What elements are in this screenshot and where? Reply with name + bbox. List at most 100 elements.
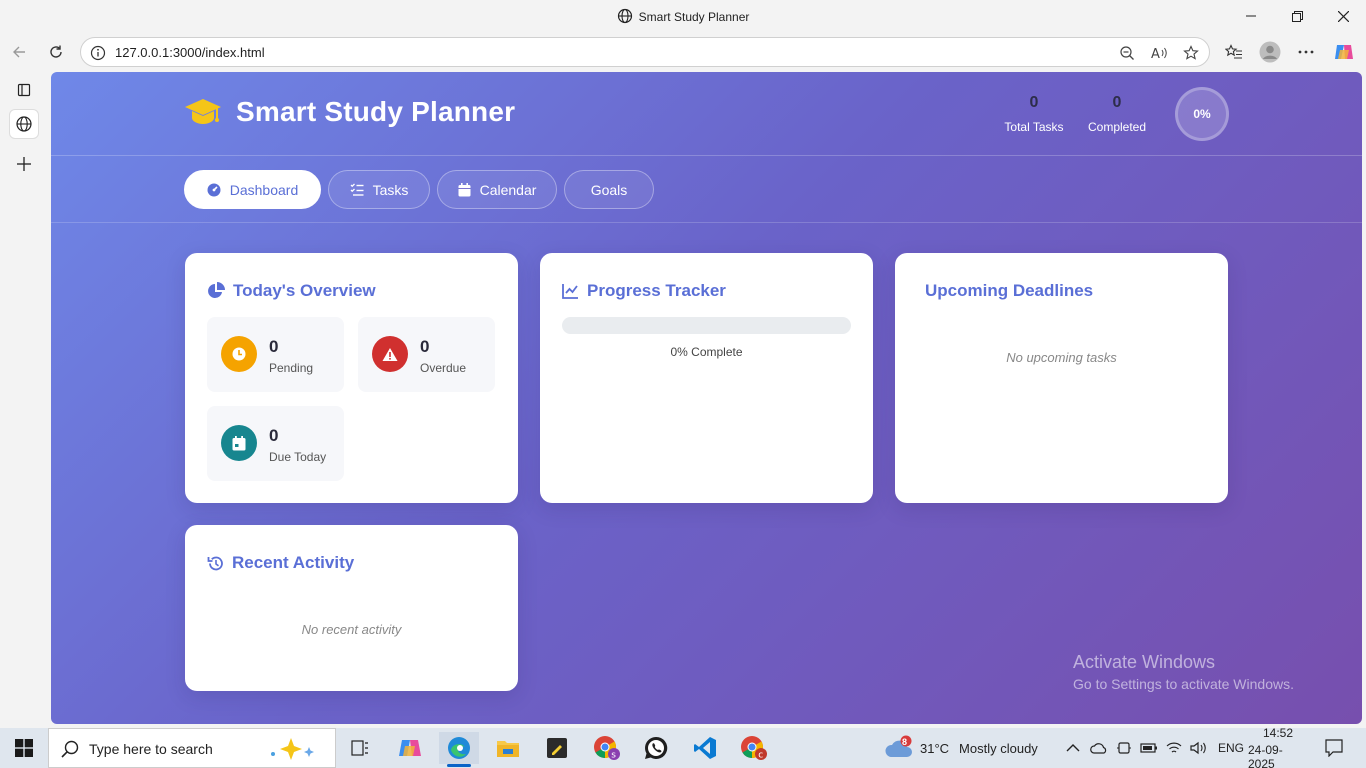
taskbar-search[interactable]: Type here to search (48, 728, 336, 768)
minimize-icon (1246, 15, 1256, 17)
current-tab[interactable] (9, 109, 39, 139)
line-chart-icon (562, 284, 578, 299)
tab-calendar[interactable]: Calendar (437, 170, 557, 209)
info-icon (90, 45, 106, 61)
notifications-button[interactable] (1314, 732, 1354, 764)
tab-goals[interactable]: Goals (564, 170, 654, 209)
progress-title: Progress Tracker (562, 281, 726, 301)
tab-dashboard-label: Dashboard (229, 181, 299, 198)
weather-widget[interactable]: 8 31°C Mostly cloudy (884, 728, 1038, 768)
completed-stat: 0 Completed (1085, 94, 1149, 134)
favorites-icon (1225, 44, 1242, 59)
overview-title: Today's Overview (207, 281, 376, 301)
progress-title-text: Progress Tracker (587, 281, 726, 300)
copilot-icon (1335, 45, 1353, 59)
clock-icon (232, 347, 246, 361)
edge-taskbar[interactable] (439, 732, 479, 767)
refresh-button[interactable] (41, 38, 71, 66)
svg-text:c: c (758, 751, 763, 761)
vscode-icon (694, 737, 716, 759)
tab-goals-label: Goals (590, 181, 628, 198)
profile-button[interactable] (1255, 38, 1285, 66)
battery-icon[interactable] (1140, 742, 1158, 754)
edge-icon (448, 737, 470, 759)
due-today-stat: 0 Due Today (207, 406, 344, 481)
chevron-up-icon[interactable] (1066, 743, 1080, 753)
start-button[interactable] (4, 732, 44, 764)
volume-icon[interactable] (1190, 741, 1208, 755)
total-tasks-label: Total Tasks (1004, 120, 1064, 134)
window-title: Smart Study Planner (0, 8, 1366, 24)
task-view-icon (351, 740, 368, 756)
activity-title-text: Recent Activity (232, 553, 355, 572)
due-today-value: 0 (269, 426, 279, 445)
whatsapp-taskbar[interactable] (636, 732, 676, 764)
weather-badge: 8 (902, 737, 908, 747)
task-list-icon (350, 183, 364, 196)
overdue-label: Overdue (420, 361, 467, 375)
clock[interactable]: 14:52 24-09-2025 (1248, 725, 1308, 768)
tab-tasks[interactable]: Tasks (328, 170, 430, 209)
copilot-button[interactable] (1329, 38, 1359, 66)
wifi-icon[interactable] (1166, 741, 1182, 755)
svg-text:s: s (611, 751, 616, 761)
main-nav: Dashboard Tasks Calendar Goals (51, 157, 1362, 223)
search-placeholder: Type here to search (89, 741, 213, 757)
search-icon (61, 740, 79, 758)
minimize-button[interactable] (1228, 0, 1274, 32)
completed-label: Completed (1087, 120, 1147, 134)
tab-actions-button[interactable] (9, 75, 39, 105)
pending-label: Pending (269, 361, 314, 375)
app-header: Smart Study Planner 0 Total Tasks 0 Comp… (51, 72, 1362, 156)
chrome-icon: c (741, 736, 767, 761)
more-dots-icon (1298, 50, 1314, 54)
tab-dashboard[interactable]: Dashboard (184, 170, 321, 209)
file-explorer-taskbar[interactable] (488, 732, 528, 764)
read-aloud-icon[interactable]: A (1148, 43, 1170, 63)
overview-card: Today's Overview 0 Pending 0 Overdue 0 D… (185, 253, 518, 503)
activity-card: Recent Activity No recent activity (185, 525, 518, 691)
vscode-taskbar[interactable] (685, 732, 725, 764)
language-indicator[interactable]: ENG (1218, 741, 1244, 755)
sticky-notes-icon (547, 738, 567, 758)
address-bar[interactable]: 127.0.0.1:3000/index.html A (80, 37, 1210, 67)
favorites-button[interactable] (1219, 38, 1249, 66)
chrome-profile-c-taskbar[interactable]: c (734, 732, 774, 764)
watermark-line2: Go to Settings to activate Windows. (1073, 676, 1294, 692)
weather-desc: Mostly cloudy (959, 740, 1038, 756)
progress-ring-label: 0% (1193, 107, 1211, 121)
window-title-bar: Smart Study Planner (0, 0, 1366, 32)
onedrive-icon[interactable] (1090, 742, 1108, 754)
sparkle-icon (271, 738, 314, 760)
copilot-taskbar[interactable] (390, 732, 430, 764)
device-icon[interactable] (1116, 741, 1132, 755)
browser-toolbar: 127.0.0.1:3000/index.html A (0, 32, 1366, 72)
warning-icon (382, 347, 398, 361)
deadlines-title-text: Upcoming Deadlines (925, 281, 1094, 300)
overview-title-text: Today's Overview (233, 281, 376, 300)
close-button[interactable] (1320, 0, 1366, 32)
watermark-line1: Activate Windows (1073, 652, 1216, 672)
copilot-icon (399, 740, 421, 756)
zoom-icon[interactable] (1116, 43, 1138, 63)
pending-badge (221, 336, 257, 372)
windows-icon (15, 739, 33, 757)
tabs-icon (17, 83, 31, 97)
gauge-icon (207, 183, 221, 196)
clock-time: 14:52 (1262, 725, 1294, 740)
weather-temp: 31°C (920, 740, 950, 756)
total-tasks-value: 0 (1029, 94, 1039, 111)
chrome-profile-s-taskbar[interactable]: s (587, 732, 627, 764)
favorite-star-icon[interactable] (1180, 43, 1202, 63)
more-button[interactable] (1291, 38, 1321, 66)
brand: Smart Study Planner (184, 96, 515, 128)
task-view-button[interactable] (340, 732, 380, 764)
new-tab-button[interactable] (9, 149, 39, 179)
brand-title: Smart Study Planner (236, 96, 516, 127)
restore-button[interactable] (1274, 0, 1320, 32)
close-icon (1337, 10, 1349, 22)
back-button[interactable] (4, 38, 34, 66)
total-tasks-stat: 0 Total Tasks (1003, 94, 1065, 134)
sticky-notes-taskbar[interactable] (537, 732, 577, 764)
due-today-badge (221, 425, 257, 461)
